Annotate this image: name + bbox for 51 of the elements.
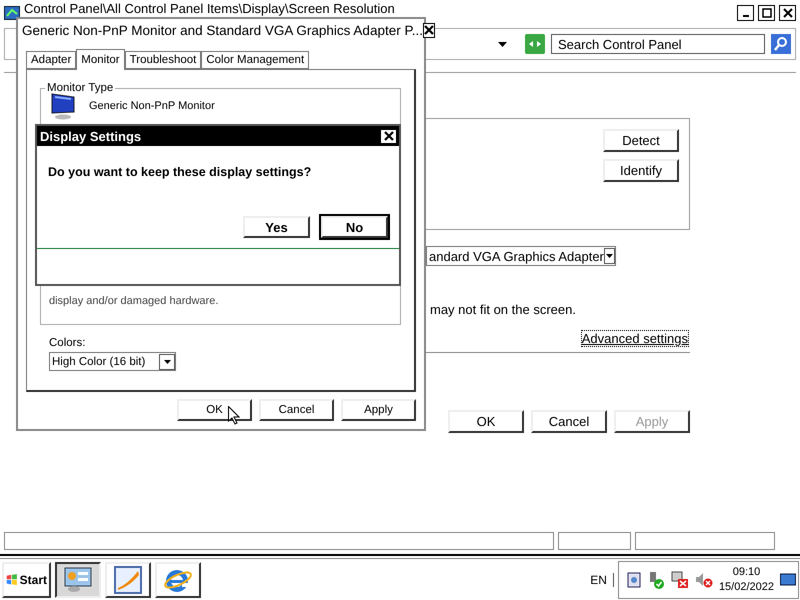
window-title: Control Panel\All Control Panel Items\Display\Screen Resolution	[24, 2, 396, 16]
show-desktop-icon[interactable]	[780, 572, 796, 586]
warning-text: display and/or damaged hardware.	[49, 295, 218, 307]
dialog-button[interactable]: Cancel	[259, 399, 334, 421]
start-button[interactable]: Start	[2, 562, 51, 598]
dialog-button[interactable]: Apply	[341, 399, 416, 421]
clock[interactable]: 09:10 15/02/2022	[718, 564, 774, 594]
close-button[interactable]	[779, 5, 796, 21]
tab[interactable]: Adapter	[26, 51, 76, 69]
dropdown-arrow-icon	[606, 254, 613, 258]
colors-dropdown[interactable]: High Color (16 bit)	[49, 352, 176, 371]
tab[interactable]: Troubleshoot	[124, 51, 202, 69]
maximize-button[interactable]	[758, 5, 775, 21]
display-icon	[4, 6, 20, 20]
paint-icon	[114, 566, 142, 594]
adapter-dropdown[interactable]: andard VGA Graphics Adapter	[426, 246, 616, 266]
close-button[interactable]	[380, 128, 397, 144]
close-button[interactable]	[422, 22, 435, 38]
dialog-button[interactable]: No	[321, 216, 388, 238]
dialog-title: Display Settings	[40, 128, 142, 144]
language-indicator[interactable]: EN	[590, 572, 614, 586]
network-error-icon[interactable]	[670, 570, 689, 588]
tab[interactable]: Monitor	[76, 49, 125, 70]
control-panel-icon	[64, 566, 92, 592]
tab[interactable]: Color Management	[201, 51, 310, 69]
dropdown-arrow-icon	[164, 360, 170, 364]
dropdown-arrow-icon[interactable]	[498, 42, 507, 46]
side-button[interactable]: Identify	[603, 159, 679, 182]
search-icon[interactable]	[771, 34, 791, 54]
advanced-settings-link[interactable]: Advanced settings	[582, 331, 688, 346]
dialog-button[interactable]: Yes	[243, 216, 310, 238]
speaker-muted-icon[interactable]	[694, 570, 713, 588]
dialog-button[interactable]: OK	[448, 410, 524, 433]
taskbar-app[interactable]	[55, 562, 101, 598]
document-icon[interactable]	[626, 572, 641, 588]
minimize-button[interactable]	[737, 5, 754, 21]
side-button[interactable]: Detect	[603, 129, 679, 152]
refresh-icon[interactable]	[525, 34, 545, 54]
colors-label: Colors:	[49, 337, 86, 349]
mouse-cursor-icon	[228, 406, 240, 425]
dialog-message: Do you want to keep these display settings?	[48, 165, 312, 179]
dialog-button[interactable]: Cancel	[531, 410, 607, 433]
notice-text: may not fit on the screen.	[430, 302, 577, 317]
search-field[interactable]: Search Control Panel	[551, 34, 765, 54]
monitor-icon	[49, 92, 77, 120]
dialog-button[interactable]: OK	[177, 399, 252, 421]
flag-icon	[6, 572, 18, 588]
dialog-title: Generic Non-PnP Monitor and Standard VGA Graphics Adapter P...	[22, 22, 423, 38]
monitor-name: Generic Non-PnP Monitor	[89, 100, 215, 112]
group-label: Monitor Type	[46, 82, 114, 94]
maximize-icon	[762, 8, 772, 18]
